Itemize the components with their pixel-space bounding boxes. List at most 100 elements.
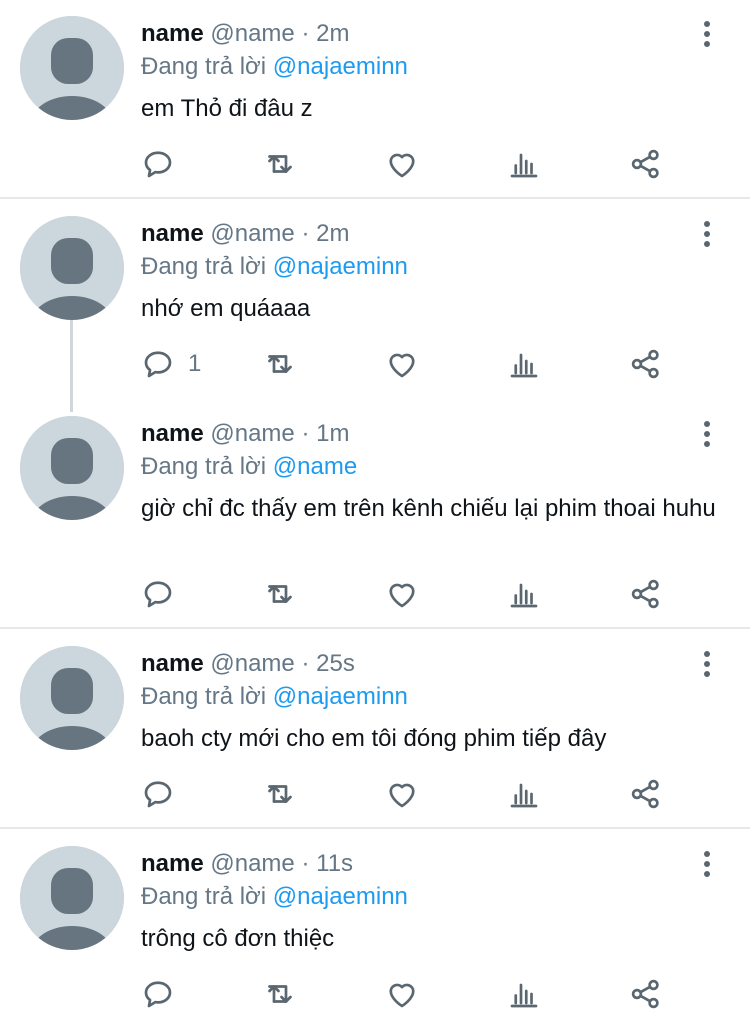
reply-context: Đang trả lời @najaeminn xyxy=(141,882,408,912)
like-button[interactable] xyxy=(384,974,420,1014)
retweet-button[interactable] xyxy=(262,774,298,814)
reply-icon xyxy=(144,151,172,178)
retweet-icon xyxy=(268,585,292,603)
tweet[interactable]: name @name · 1m Đang trả lời @name giờ c… xyxy=(0,400,750,627)
share-icon xyxy=(631,779,659,809)
default-avatar-icon[interactable] xyxy=(20,646,124,750)
more-vertical-icon[interactable] xyxy=(695,20,719,50)
views-button[interactable] xyxy=(506,774,542,814)
more-vertical-icon[interactable] xyxy=(695,850,719,880)
handle[interactable]: @name xyxy=(210,650,294,677)
reply-prefix: Đang trả lời xyxy=(141,253,267,280)
default-avatar-icon[interactable] xyxy=(20,846,124,950)
analytics-icon xyxy=(510,353,538,378)
display-name[interactable]: name xyxy=(141,220,204,247)
share-icon xyxy=(631,149,659,179)
tweet-text: trông cô đơn thiệc xyxy=(141,925,335,952)
analytics-icon xyxy=(510,153,538,178)
action-bar: 1 xyxy=(0,344,750,384)
handle[interactable]: @name xyxy=(210,420,294,447)
heart-icon xyxy=(389,783,415,808)
timestamp[interactable]: 11s xyxy=(316,850,353,877)
tweet-text: baoh cty mới cho em tôi đóng phim tiếp đ… xyxy=(141,725,607,752)
tweet[interactable]: name @name · 2m Đang trả lời @najaeminn … xyxy=(0,200,750,410)
tweet-header: name @name · 1m xyxy=(141,419,349,449)
mention-link[interactable]: @najaeminn xyxy=(273,883,408,910)
reply-button[interactable] xyxy=(140,774,188,814)
display-name[interactable]: name xyxy=(141,20,204,47)
like-button[interactable] xyxy=(384,774,420,814)
views-button[interactable] xyxy=(506,574,542,614)
display-name[interactable]: name xyxy=(141,420,204,447)
reply-button[interactable] xyxy=(140,144,188,184)
like-button[interactable] xyxy=(384,344,420,384)
reply-icon xyxy=(144,581,172,608)
reply-prefix: Đang trả lời xyxy=(141,453,267,480)
views-button[interactable] xyxy=(506,144,542,184)
like-button[interactable] xyxy=(384,144,420,184)
heart-icon xyxy=(389,353,415,378)
share-button[interactable] xyxy=(628,344,664,384)
share-icon xyxy=(631,579,659,609)
tweet[interactable]: name @name · 2m Đang trả lời @najaeminn … xyxy=(0,0,750,197)
mention-link[interactable]: @najaeminn xyxy=(273,53,408,80)
share-button[interactable] xyxy=(628,774,664,814)
separator: · xyxy=(301,220,310,247)
timestamp[interactable]: 25s xyxy=(316,650,355,677)
reply-icon xyxy=(144,781,172,808)
retweet-button[interactable] xyxy=(262,144,298,184)
views-button[interactable] xyxy=(506,974,542,1014)
share-button[interactable] xyxy=(628,974,664,1014)
separator: · xyxy=(301,420,310,447)
tweet-text: giờ chỉ đc thấy em trên kênh chiếu lại p… xyxy=(141,495,716,522)
more-vertical-icon[interactable] xyxy=(695,220,719,250)
tweet[interactable]: name @name · 25s Đang trả lời @najaeminn… xyxy=(0,630,750,827)
retweet-button[interactable] xyxy=(262,574,298,614)
tweet-header: name @name · 2m xyxy=(141,219,349,249)
share-icon xyxy=(631,979,659,1009)
handle[interactable]: @name xyxy=(210,20,294,47)
more-vertical-icon[interactable] xyxy=(695,650,719,680)
handle[interactable]: @name xyxy=(210,220,294,247)
reply-prefix: Đang trả lời xyxy=(141,883,267,910)
display-name[interactable]: name xyxy=(141,850,204,877)
share-button[interactable] xyxy=(628,574,664,614)
timestamp[interactable]: 1m xyxy=(316,420,349,447)
more-vertical-icon[interactable] xyxy=(695,420,719,450)
analytics-icon xyxy=(510,783,538,808)
retweet-button[interactable] xyxy=(262,344,298,384)
share-button[interactable] xyxy=(628,144,664,184)
default-avatar-icon[interactable] xyxy=(20,216,124,320)
separator: · xyxy=(301,850,310,877)
reply-context: Đang trả lời @name xyxy=(141,452,357,482)
reply-context: Đang trả lời @najaeminn xyxy=(141,252,408,282)
mention-link[interactable]: @najaeminn xyxy=(273,683,408,710)
tweet-text: nhớ em quáaaa xyxy=(141,295,311,322)
like-button[interactable] xyxy=(384,574,420,614)
separator: · xyxy=(301,20,310,47)
divider xyxy=(0,827,750,829)
retweet-button[interactable] xyxy=(262,974,298,1014)
reply-button[interactable]: 1 xyxy=(140,344,201,384)
tweet-header: name @name · 2m xyxy=(141,19,349,49)
action-bar xyxy=(0,574,750,614)
retweet-icon xyxy=(268,155,292,173)
reply-icon xyxy=(144,981,172,1008)
tweet[interactable]: name @name · 11s Đang trả lời @najaeminn… xyxy=(0,830,750,1027)
default-avatar-icon[interactable] xyxy=(20,16,124,120)
heart-icon xyxy=(389,983,415,1008)
timestamp[interactable]: 2m xyxy=(316,220,349,247)
reply-prefix: Đang trả lời xyxy=(141,53,267,80)
reply-button[interactable] xyxy=(140,974,188,1014)
heart-icon xyxy=(389,153,415,178)
action-bar xyxy=(0,144,750,184)
default-avatar-icon[interactable] xyxy=(20,416,124,520)
handle[interactable]: @name xyxy=(210,850,294,877)
timestamp[interactable]: 2m xyxy=(316,20,349,47)
views-button[interactable] xyxy=(506,344,542,384)
mention-link[interactable]: @name xyxy=(273,453,357,480)
mention-link[interactable]: @najaeminn xyxy=(273,253,408,280)
display-name[interactable]: name xyxy=(141,650,204,677)
reply-button[interactable] xyxy=(140,574,188,614)
analytics-icon xyxy=(510,983,538,1008)
